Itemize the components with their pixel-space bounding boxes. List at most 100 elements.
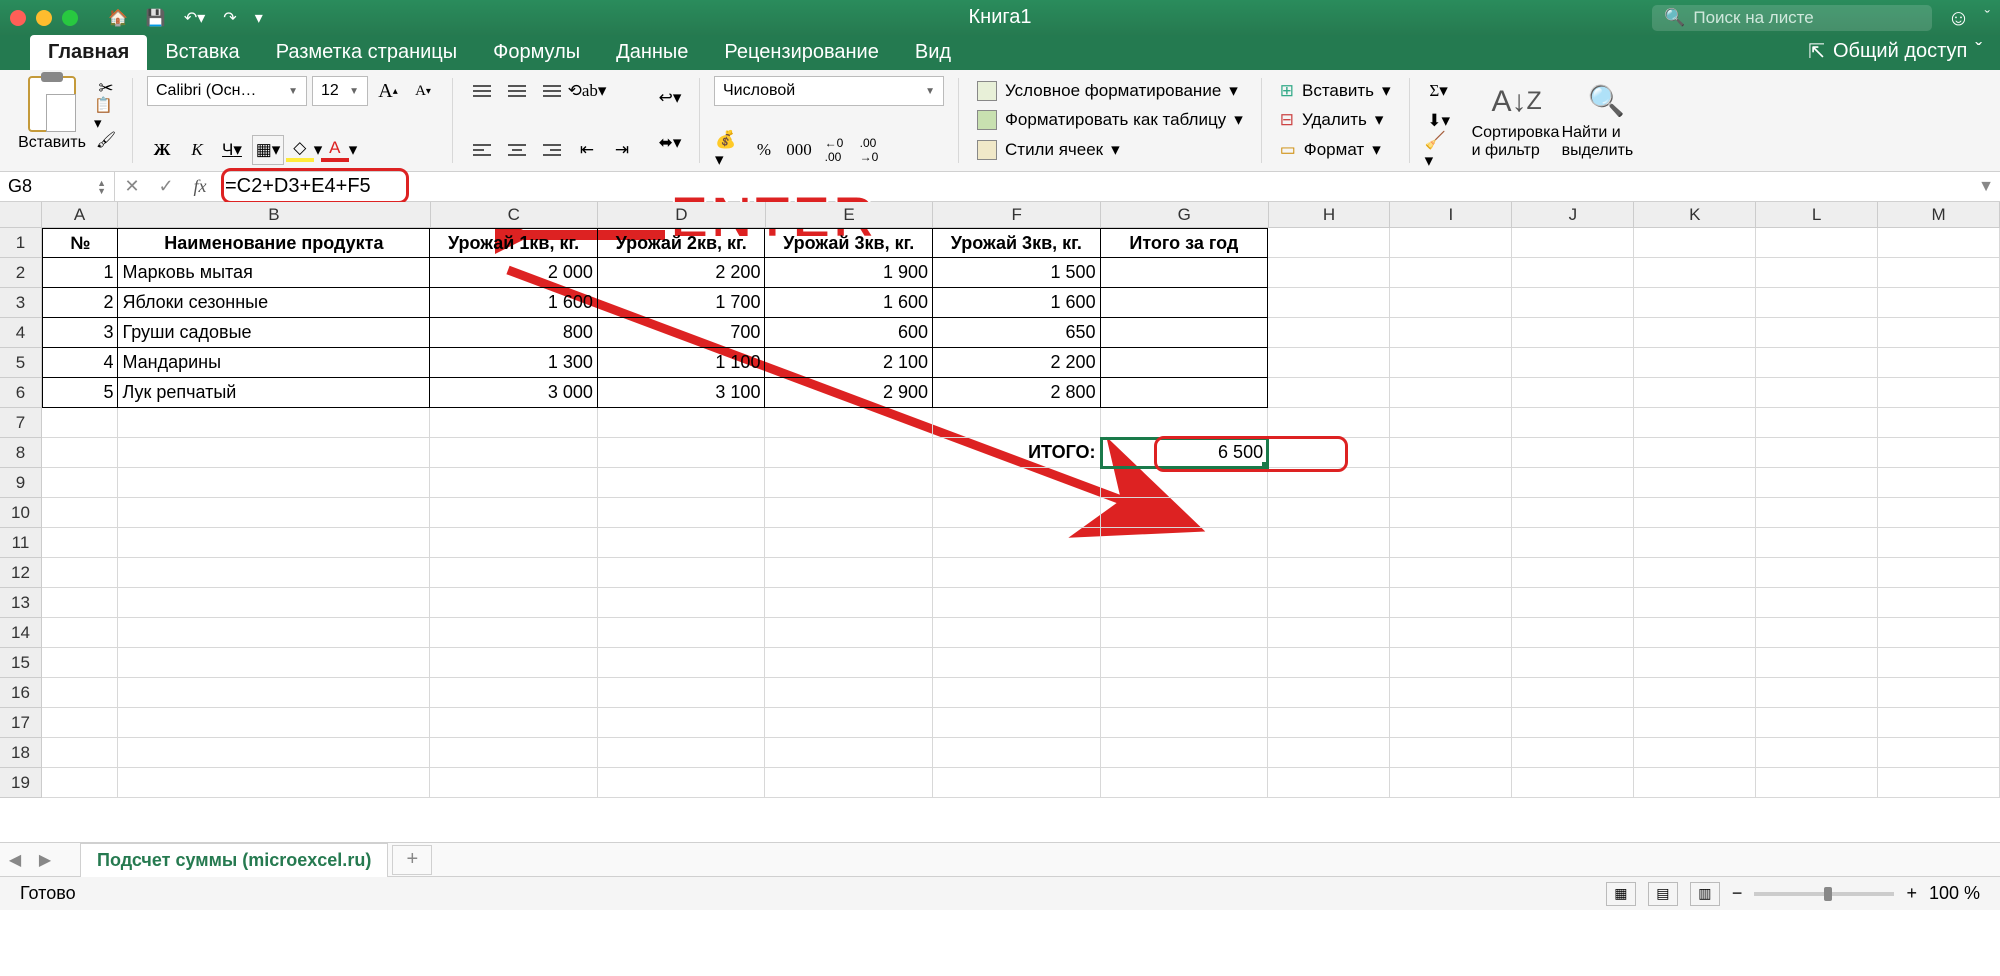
cell[interactable]: [118, 468, 430, 498]
cell[interactable]: [1634, 318, 1756, 348]
cell[interactable]: [1268, 588, 1390, 618]
row-header[interactable]: 17: [0, 708, 42, 738]
cell[interactable]: [933, 408, 1101, 438]
tab-formulas[interactable]: Формулы: [475, 35, 598, 70]
cell[interactable]: [430, 498, 598, 528]
cell[interactable]: [1101, 378, 1269, 408]
expand-formula-bar-icon[interactable]: ▼: [1972, 178, 2000, 196]
cell[interactable]: [1268, 228, 1390, 258]
cell[interactable]: [118, 678, 430, 708]
cell[interactable]: [1268, 468, 1390, 498]
cell[interactable]: [598, 468, 766, 498]
cell[interactable]: [1512, 678, 1634, 708]
cell[interactable]: Наименование продукта: [118, 228, 430, 258]
align-left-icon[interactable]: [467, 135, 497, 165]
cell[interactable]: [1756, 588, 1878, 618]
cell[interactable]: 700: [598, 318, 766, 348]
cell[interactable]: [598, 528, 766, 558]
cell[interactable]: [1390, 558, 1512, 588]
cell[interactable]: [765, 588, 933, 618]
tab-insert[interactable]: Вставка: [147, 35, 257, 70]
cell[interactable]: [1878, 588, 2000, 618]
cell[interactable]: [1756, 438, 1878, 468]
delete-cells-button[interactable]: ⊟Удалить ▾: [1276, 108, 1395, 132]
formula-input[interactable]: =C2+D3+E4+F5: [217, 172, 1972, 201]
cell[interactable]: [1390, 768, 1512, 798]
cell[interactable]: [1390, 678, 1512, 708]
cell[interactable]: [1101, 768, 1269, 798]
row-header[interactable]: 3: [0, 288, 42, 318]
add-sheet-button[interactable]: +: [392, 845, 432, 875]
clear-icon[interactable]: 🧹▾: [1424, 136, 1454, 166]
copy-icon[interactable]: 📋▾: [94, 103, 118, 125]
cell[interactable]: [933, 558, 1101, 588]
cell[interactable]: [598, 768, 766, 798]
paste-button[interactable]: Вставить: [16, 76, 88, 152]
orientation-icon[interactable]: ⟲ab▾: [572, 76, 602, 106]
decrease-decimal-icon[interactable]: .00→0: [854, 135, 884, 165]
cell[interactable]: [1634, 378, 1756, 408]
cell[interactable]: Урожай 2кв, кг.: [598, 228, 766, 258]
cell[interactable]: [1634, 498, 1756, 528]
align-bottom-icon[interactable]: [537, 76, 567, 106]
cell[interactable]: [1878, 348, 2000, 378]
cell[interactable]: [765, 708, 933, 738]
row-header[interactable]: 1: [0, 228, 42, 258]
cell[interactable]: [1634, 258, 1756, 288]
cell[interactable]: [933, 648, 1101, 678]
cell[interactable]: [598, 558, 766, 588]
home-icon[interactable]: 🏠: [108, 8, 128, 28]
row-header[interactable]: 19: [0, 768, 42, 798]
cell[interactable]: [1756, 408, 1878, 438]
cell[interactable]: [1878, 528, 2000, 558]
cell[interactable]: Груши садовые: [118, 318, 430, 348]
cell[interactable]: [118, 648, 430, 678]
cell[interactable]: [1390, 228, 1512, 258]
cell[interactable]: [765, 498, 933, 528]
close-window-icon[interactable]: [10, 10, 26, 26]
cell[interactable]: [430, 678, 598, 708]
cell[interactable]: [430, 588, 598, 618]
search-input[interactable]: 🔍 Поиск на листе: [1652, 5, 1932, 31]
cell[interactable]: [1268, 408, 1390, 438]
cell[interactable]: [765, 438, 933, 468]
cell[interactable]: [1101, 348, 1269, 378]
cell[interactable]: [1390, 438, 1512, 468]
cell[interactable]: [1634, 348, 1756, 378]
cell[interactable]: [430, 438, 598, 468]
select-all-button[interactable]: [0, 202, 42, 228]
cell[interactable]: [1390, 588, 1512, 618]
cell[interactable]: [1101, 528, 1269, 558]
cell[interactable]: [1634, 438, 1756, 468]
cell[interactable]: [1101, 288, 1269, 318]
column-header[interactable]: D: [598, 202, 766, 228]
cell[interactable]: [1756, 708, 1878, 738]
cell[interactable]: [598, 588, 766, 618]
column-header[interactable]: B: [118, 202, 430, 228]
cell[interactable]: [118, 618, 430, 648]
cell[interactable]: [1878, 618, 2000, 648]
cell[interactable]: [430, 528, 598, 558]
cell[interactable]: 4: [42, 348, 118, 378]
cell[interactable]: 1 900: [765, 258, 933, 288]
cell[interactable]: [1390, 288, 1512, 318]
percent-icon[interactable]: %: [749, 135, 779, 165]
decrease-font-icon[interactable]: A▾: [408, 76, 438, 106]
align-top-icon[interactable]: [467, 76, 497, 106]
cell[interactable]: [1512, 648, 1634, 678]
cell[interactable]: [42, 528, 118, 558]
sort-filter-button[interactable]: A↓ZСортировка и фильтр: [1472, 82, 1562, 160]
cell[interactable]: [765, 408, 933, 438]
cell[interactable]: [598, 618, 766, 648]
cell[interactable]: [933, 768, 1101, 798]
cell[interactable]: [430, 408, 598, 438]
cell[interactable]: [1512, 558, 1634, 588]
cell[interactable]: [1390, 708, 1512, 738]
row-header[interactable]: 16: [0, 678, 42, 708]
cell[interactable]: [118, 438, 430, 468]
format-cells-button[interactable]: ▭Формат ▾: [1276, 138, 1395, 162]
cell[interactable]: [1390, 738, 1512, 768]
increase-font-icon[interactable]: A▴: [373, 76, 403, 106]
cell[interactable]: [1756, 318, 1878, 348]
cell[interactable]: [1878, 708, 2000, 738]
